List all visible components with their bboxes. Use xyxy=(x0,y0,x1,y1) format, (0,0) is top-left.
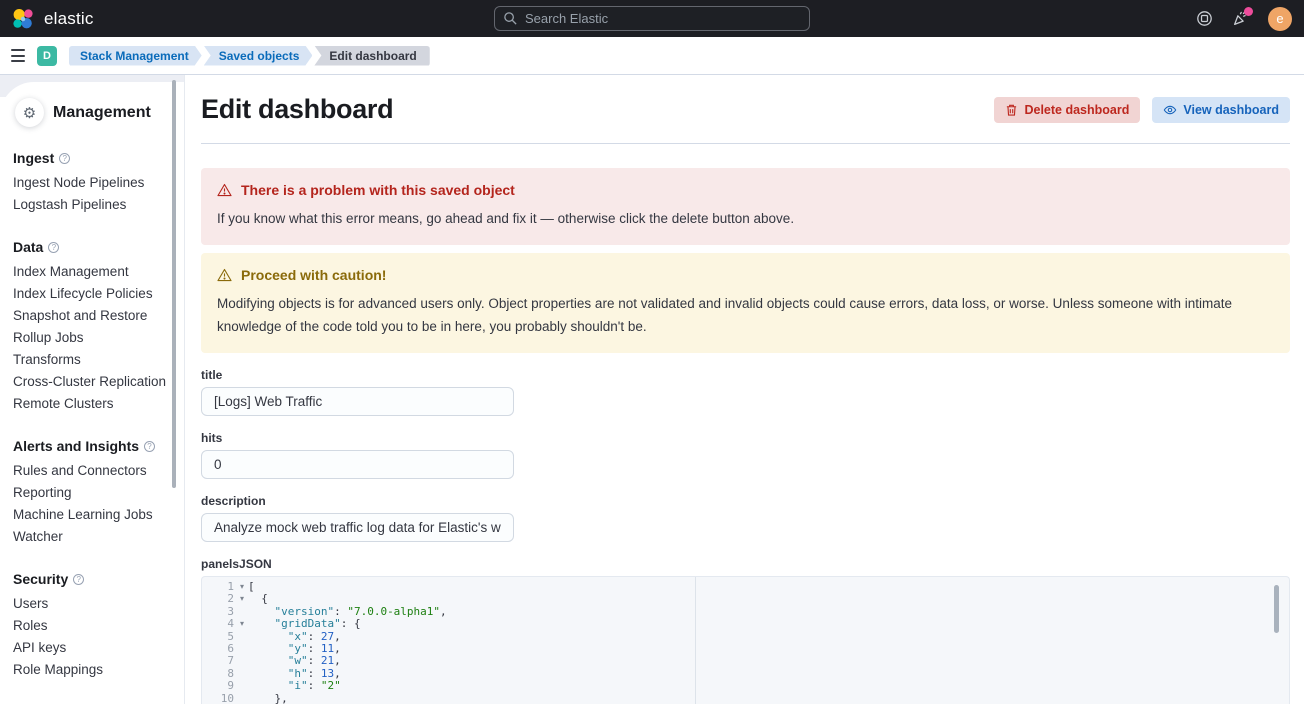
editor-scrollbar[interactable] xyxy=(1274,585,1279,633)
menu-icon[interactable] xyxy=(9,47,27,64)
newsfeed-icon[interactable] xyxy=(1232,10,1249,27)
help-icon[interactable] xyxy=(1196,10,1213,27)
code-line: 10}, xyxy=(202,693,1289,704)
delete-dashboard-button[interactable]: Delete dashboard xyxy=(994,97,1140,123)
alert-icon xyxy=(217,268,232,282)
line-number: 2 xyxy=(202,593,236,605)
code-line: 8"h": 13, xyxy=(202,668,1289,680)
space-avatar[interactable]: D xyxy=(37,46,57,66)
user-avatar[interactable]: e xyxy=(1268,7,1292,31)
sidebar-item-rules-and-connectors[interactable]: Rules and Connectors xyxy=(13,460,174,482)
panelsjson-code-editor[interactable]: 1▾[2▾{3"version": "7.0.0-alpha1",4▾"grid… xyxy=(201,576,1290,704)
global-search[interactable] xyxy=(494,6,810,31)
description-field-label: description xyxy=(201,494,1290,508)
breadcrumb-edit-dashboard: Edit dashboard xyxy=(314,46,429,66)
line-number: 7 xyxy=(202,655,236,667)
fold-arrow-icon[interactable]: ▾ xyxy=(236,593,248,605)
sidebar-item-remote-clusters[interactable]: Remote Clusters xyxy=(13,393,174,415)
fold-arrow-icon[interactable]: ▾ xyxy=(236,581,248,593)
sidebar-item-machine-learning-jobs[interactable]: Machine Learning Jobs xyxy=(13,504,174,526)
section-help-icon: ? xyxy=(73,574,84,585)
sidebar-item-index-management[interactable]: Index Management xyxy=(13,261,174,283)
sidebar-item-snapshot-and-restore[interactable]: Snapshot and Restore xyxy=(13,305,174,327)
line-number: 9 xyxy=(202,680,236,692)
line-number: 10 xyxy=(202,693,236,704)
hits-field-label: hits xyxy=(201,431,1290,445)
top-header: elastic e xyxy=(0,0,1304,37)
sidebar-item-logstash-pipelines[interactable]: Logstash Pipelines xyxy=(13,194,174,216)
code-line: 3"version": "7.0.0-alpha1", xyxy=(202,606,1289,618)
fold-spacer xyxy=(236,606,248,618)
trash-icon xyxy=(1005,103,1018,117)
fold-spacer xyxy=(236,631,248,643)
warning-callout-body: Modifying objects is for advanced users … xyxy=(217,292,1274,338)
sidebar-item-reporting[interactable]: Reporting xyxy=(13,482,174,504)
gear-icon: ⚙ xyxy=(15,98,44,127)
hits-field-input[interactable] xyxy=(201,450,514,479)
section-title-data: Data? xyxy=(13,239,174,255)
section-title-alerts-and-insights: Alerts and Insights? xyxy=(13,438,174,454)
sidebar-item-watcher[interactable]: Watcher xyxy=(13,526,174,548)
sidebar-scrollbar[interactable] xyxy=(172,80,176,488)
sidebar-item-users[interactable]: Users xyxy=(13,593,174,615)
sidebar-item-ingest-node-pipelines[interactable]: Ingest Node Pipelines xyxy=(13,172,174,194)
header-divider xyxy=(201,143,1290,144)
error-callout-body: If you know what this error means, go ah… xyxy=(217,207,1274,230)
sidebar-item-index-lifecycle-policies[interactable]: Index Lifecycle Policies xyxy=(13,283,174,305)
fold-spacer xyxy=(236,693,248,704)
breadcrumb-bar: D Stack ManagementSaved objectsEdit dash… xyxy=(0,37,1304,75)
title-field-label: title xyxy=(201,368,1290,382)
search-icon xyxy=(503,11,518,26)
code-line: 1▾[ xyxy=(202,581,1289,593)
main-content: Edit dashboard Delete dashboard View das… xyxy=(185,75,1304,704)
code-line: 7"w": 21, xyxy=(202,655,1289,667)
sidebar-item-roles[interactable]: Roles xyxy=(13,615,174,637)
code-line: 4▾"gridData": { xyxy=(202,618,1289,630)
sidebar-item-transforms[interactable]: Transforms xyxy=(13,349,174,371)
section-help-icon: ? xyxy=(144,441,155,452)
print-margin-rule xyxy=(695,577,696,704)
sidebar-item-rollup-jobs[interactable]: Rollup Jobs xyxy=(13,327,174,349)
breadcrumb: Stack ManagementSaved objectsEdit dashbo… xyxy=(67,46,430,66)
code-line: 9"i": "2" xyxy=(202,680,1289,692)
sidebar-item-cross-cluster-replication[interactable]: Cross-Cluster Replication xyxy=(13,371,174,393)
sidebar-item-role-mappings[interactable]: Role Mappings xyxy=(13,659,174,681)
notification-dot xyxy=(1244,7,1253,16)
warning-callout: Proceed with caution! Modifying objects … xyxy=(201,253,1290,353)
section-help-icon: ? xyxy=(59,153,70,164)
management-sidebar: ⚙ Management Ingest? Ingest Node Pipeline… xyxy=(0,75,185,704)
error-callout: There is a problem with this saved objec… xyxy=(201,168,1290,245)
code-line: 5"x": 27, xyxy=(202,631,1289,643)
warning-callout-title: Proceed with caution! xyxy=(241,267,386,283)
section-title-ingest: Ingest? xyxy=(13,150,174,166)
section-title-security: Security? xyxy=(13,571,174,587)
page-title: Edit dashboard xyxy=(201,94,393,125)
fold-spacer xyxy=(236,668,248,680)
search-input[interactable] xyxy=(494,6,810,31)
title-field-input[interactable] xyxy=(201,387,514,416)
alert-icon xyxy=(217,183,232,197)
sidebar-title: Management xyxy=(53,104,151,122)
code-line: 6"y": 11, xyxy=(202,643,1289,655)
description-field-input[interactable] xyxy=(201,513,514,542)
view-dashboard-button[interactable]: View dashboard xyxy=(1152,97,1290,123)
error-callout-title: There is a problem with this saved objec… xyxy=(241,182,515,198)
fold-spacer xyxy=(236,680,248,692)
fold-arrow-icon[interactable]: ▾ xyxy=(236,618,248,630)
breadcrumb-stack-management[interactable]: Stack Management xyxy=(69,46,202,66)
breadcrumb-saved-objects[interactable]: Saved objects xyxy=(204,46,313,66)
fold-spacer xyxy=(236,643,248,655)
panelsjson-field-label: panelsJSON xyxy=(201,557,1290,571)
fold-spacer xyxy=(236,655,248,667)
eye-icon xyxy=(1163,103,1177,117)
brand-name: elastic xyxy=(44,9,94,29)
elastic-logo-icon[interactable] xyxy=(12,8,34,30)
section-help-icon: ? xyxy=(48,242,59,253)
sidebar-header: ⚙ Management xyxy=(13,98,174,127)
sidebar-item-api-keys[interactable]: API keys xyxy=(13,637,174,659)
line-number: 4 xyxy=(202,618,236,630)
